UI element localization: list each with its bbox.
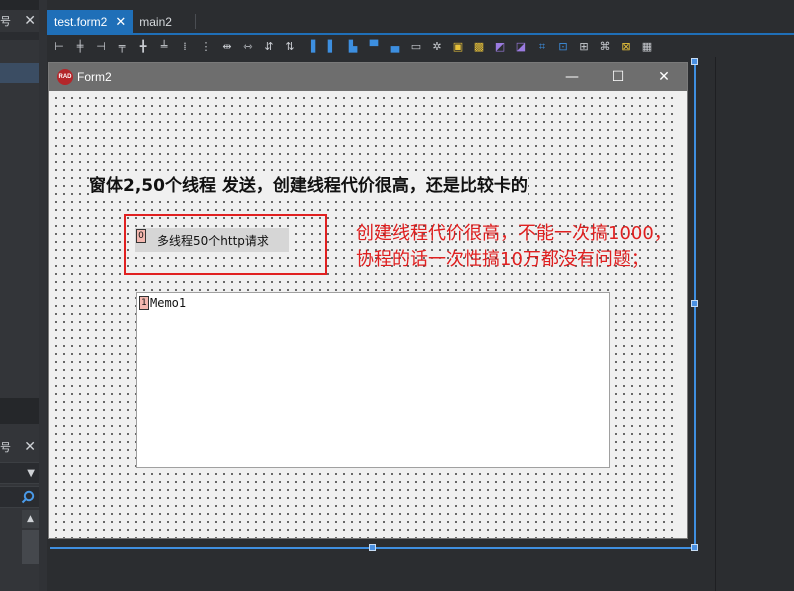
inc-space-v-icon[interactable]: ⇵	[260, 37, 278, 55]
filter-dropdown[interactable]: ▼	[0, 462, 39, 484]
form-window[interactable]: RAD Form2 — ☐ ✕ 窗体2,50个线程 发送，创建线程代价很高，还是…	[48, 62, 688, 539]
tab-main2[interactable]: main2	[133, 10, 179, 33]
form-heading-label[interactable]: 窗体2,50个线程 发送，创建线程代价很高，还是比较卡的	[89, 171, 528, 196]
tab-test-form2[interactable]: test.form2 ✕	[47, 10, 134, 33]
designer-right-edge	[715, 57, 716, 591]
search-icon	[21, 490, 35, 504]
http-request-button[interactable]: 0 多线程50个http请求	[135, 228, 289, 252]
align-right-icon[interactable]: ⊣	[92, 37, 110, 55]
left-dock-panel: 号 ✕ 号 ✕ ▼ ▲	[0, 0, 39, 591]
annotation-note: 创建线程代价很高，不能一次搞1000，协程的话一次性搞10万都没有问题；	[356, 223, 672, 270]
tab-order-icon[interactable]: ⊞	[575, 37, 593, 55]
search-field[interactable]	[0, 486, 39, 508]
snap-icon[interactable]: ▭	[407, 37, 425, 55]
form-title: Form2	[77, 70, 112, 84]
close-icon[interactable]: ✕	[24, 439, 36, 455]
make-same-width-icon[interactable]: ▐	[302, 37, 320, 55]
center-h-icon[interactable]: ▀	[365, 37, 383, 55]
space-equal-h-icon[interactable]: ⁞	[176, 37, 194, 55]
align-center-v-icon[interactable]: ╋	[134, 37, 152, 55]
left-panel-selected-row[interactable]	[0, 63, 39, 83]
panel-title-fragment: 号	[0, 15, 11, 28]
resize-handle-right[interactable]	[691, 300, 698, 307]
component-index-badge: 1	[139, 296, 149, 310]
dec-space-v-icon[interactable]: ⇅	[281, 37, 299, 55]
close-icon[interactable]: ✕	[24, 13, 36, 29]
editor-tabbar: test.form2 ✕ main2	[47, 10, 794, 33]
bring-front-icon[interactable]: ✲	[428, 37, 446, 55]
grid-icon[interactable]: ▦	[638, 37, 656, 55]
align-left-icon[interactable]: ⊢	[50, 37, 68, 55]
creation-order-icon[interactable]: ⌘	[596, 37, 614, 55]
maximize-icon[interactable]: ☐	[595, 63, 641, 91]
group-icon[interactable]: ▩	[470, 37, 488, 55]
resize-handle-top-right[interactable]	[691, 58, 698, 65]
tab-label: main2	[139, 14, 172, 29]
dock-splitter[interactable]	[39, 0, 47, 591]
align-bottom-icon[interactable]: ╧	[155, 37, 173, 55]
minimize-icon[interactable]: —	[549, 63, 595, 91]
chevron-down-icon: ▼	[27, 467, 35, 479]
tab-label: test.form2	[54, 14, 108, 29]
scroll-up-button[interactable]: ▲	[22, 510, 39, 528]
form-client-area[interactable]: 窗体2,50个线程 发送，创建线程代价很高，还是比较卡的 0 多线程50个htt…	[49, 91, 687, 538]
align-toolbar: ⊢ ╪ ⊣ ╤ ╋ ╧ ⁞ ⋮ ⇹ ⇿ ⇵ ⇅ ▐ ▌ ▙ ▀ ▄ ▭ ✲ ▣ …	[47, 35, 794, 57]
dec-space-h-icon[interactable]: ⇿	[239, 37, 257, 55]
left-panel-header-2: 号 ✕	[0, 436, 39, 458]
chevron-up-icon: ▲	[27, 514, 34, 524]
center-v-icon[interactable]: ▄	[386, 37, 404, 55]
inc-space-h-icon[interactable]: ⇹	[218, 37, 236, 55]
memo-text: Memo1	[150, 296, 187, 310]
component-index-badge: 0	[136, 229, 146, 243]
space-equal-v-icon[interactable]: ⋮	[197, 37, 215, 55]
panel-title-fragment: 号	[0, 441, 11, 454]
form-titlebar[interactable]: RAD Form2 — ☐ ✕	[49, 63, 687, 91]
arrange-icon[interactable]: ◪	[512, 37, 530, 55]
align-top-icon[interactable]: ╤	[113, 37, 131, 55]
close-icon[interactable]: ✕	[641, 63, 687, 91]
resize-handle-bottom-right[interactable]	[691, 544, 698, 551]
rad-logo-icon: RAD	[57, 69, 73, 85]
left-panel-header: 号 ✕	[0, 10, 39, 32]
send-back-icon[interactable]: ▣	[449, 37, 467, 55]
ungroup-icon[interactable]: ◩	[491, 37, 509, 55]
select-all-icon[interactable]: ⌗	[533, 37, 551, 55]
align-center-h-icon[interactable]: ╪	[71, 37, 89, 55]
make-same-height-icon[interactable]: ▌	[323, 37, 341, 55]
tab-divider	[194, 14, 196, 29]
close-icon[interactable]: ✕	[115, 14, 126, 30]
button-label: 多线程50个http请求	[157, 233, 269, 248]
scrollbar-thumb[interactable]	[22, 530, 39, 564]
make-same-size-icon[interactable]: ▙	[344, 37, 362, 55]
window-controls: — ☐ ✕	[549, 63, 687, 91]
select-parent-icon[interactable]: ⊡	[554, 37, 572, 55]
lock-icon[interactable]: ⊠	[617, 37, 635, 55]
memo1-component[interactable]: 1 Memo1	[136, 292, 610, 468]
resize-handle-bottom[interactable]	[369, 544, 376, 551]
